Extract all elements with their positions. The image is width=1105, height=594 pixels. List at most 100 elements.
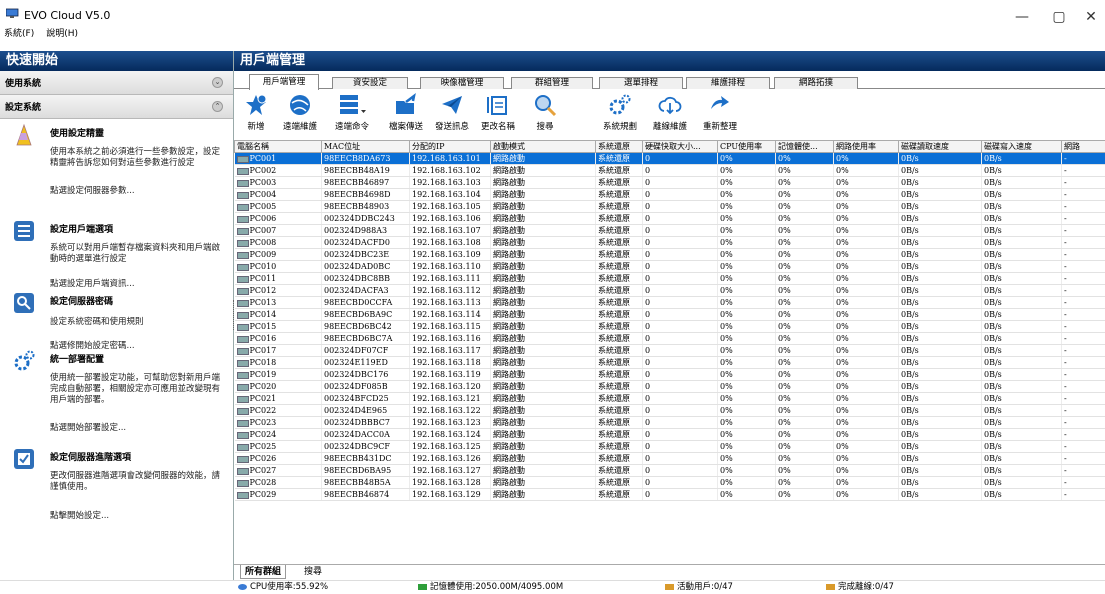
table-row[interactable]: PC014 98EECBD6BA9C 192.168.163.114 網路啟動 系統還原… (234, 308, 1105, 321)
section-settings[interactable]: 設定系統 ⌃ (0, 95, 233, 119)
client-table: 電腦名稱 MAC位址 分配的IP 啟動模式 系統還原 硬碟快取大小... CPU… (234, 140, 1105, 541)
table-cell: 0 (642, 332, 718, 345)
table-row[interactable]: PC015 98EECBD6BC42 192.168.163.115 網路啟動 系統還原… (234, 320, 1105, 333)
table-row[interactable]: PC026 98EECBB431DC 192.168.163.126 網路啟動 系統還原… (234, 452, 1105, 465)
send-message-button[interactable]: 發送訊息 (430, 92, 474, 132)
column-header[interactable]: 啟動模式 (490, 140, 596, 153)
offline-maintenance-button[interactable]: 離線維護 (648, 92, 692, 132)
column-header[interactable]: CPU使用率 (717, 140, 776, 153)
task-link[interactable]: 點選開始部署設定... (50, 421, 126, 433)
tab-image[interactable]: 映像檔管理 (420, 77, 504, 89)
table-row[interactable]: PC001 98EECB8DA673 192.168.163.101 網路啟動 系統還原… (234, 152, 1105, 165)
add-button[interactable]: 新增 (238, 92, 274, 132)
table-row[interactable]: PC021 002324BFCD25 192.168.163.121 網路啟動 系統還原… (234, 392, 1105, 405)
task-link[interactable]: 點選設定伺服器參數... (50, 184, 135, 196)
column-header[interactable]: 磁碟寫入速度 (981, 140, 1062, 153)
tab-client-management[interactable]: 用戶端管理 (249, 74, 319, 90)
table-cell: 0B/s (981, 308, 1062, 321)
cell-text: 98EECBD6BA95 (324, 466, 392, 475)
table-row[interactable]: PC016 98EECBD6BC7A 192.168.163.116 網路啟動 系統還原… (234, 332, 1105, 345)
table-row[interactable]: PC005 98EECBB48903 192.168.163.105 網路啟動 系統還原… (234, 200, 1105, 213)
chevron-up-icon[interactable]: ⌃ (212, 101, 223, 112)
table-cell: 0% (775, 488, 834, 501)
search-button[interactable]: 搜尋 (530, 92, 560, 132)
menu-system[interactable]: 系統(F) (4, 28, 34, 40)
table-row[interactable]: PC011 002324DBC8BB 192.168.163.111 網路啟動 系統還原… (234, 272, 1105, 285)
task-title: 統一部署配置 (50, 355, 105, 365)
cell-text: 0% (720, 154, 733, 163)
file-transfer-button[interactable]: 檔案傳送 (384, 92, 428, 132)
table-row[interactable]: PC006 002324DDBC243 192.168.163.106 網路啟動 系統還… (234, 212, 1105, 225)
table-cell: 98EECBB48B5A (321, 476, 410, 489)
column-header[interactable]: 網路使用率 (833, 140, 899, 153)
minimize-button[interactable]: — (1003, 6, 1041, 28)
rename-button[interactable]: 更改名稱 (476, 92, 520, 132)
close-button[interactable]: ✕ (1072, 6, 1105, 28)
task-link[interactable]: 點選修開始設定密碼... (50, 339, 135, 351)
column-header[interactable]: 磁碟讀取速度 (898, 140, 982, 153)
menu-help[interactable]: 說明(H) (46, 28, 78, 40)
column-header[interactable]: 系統還原 (595, 140, 643, 153)
system-plan-button[interactable]: 系統規劃 (598, 92, 642, 132)
table-row[interactable]: PC013 98EECBD0CCFA 192.168.163.113 網路啟動 系統還原… (234, 296, 1105, 309)
cell-text: 系統還原 (598, 442, 630, 451)
task-link[interactable]: 點擊開始設定... (50, 509, 109, 521)
table-row[interactable]: PC012 002324DACFA3 192.168.163.112 網路啟動 系統還原… (234, 284, 1105, 297)
remote-maintenance-button[interactable]: 遠端維護 (278, 92, 322, 132)
table-row[interactable]: PC008 002324DACFD0 192.168.163.108 網路啟動 系統還原… (234, 236, 1105, 249)
tab-network-topology[interactable]: 網路拓撲 (774, 77, 858, 89)
task-link[interactable]: 點選設定用戶端資訊... (50, 277, 135, 289)
table-row[interactable]: PC022 002324D4E965 192.168.163.122 網路啟動 系統還原… (234, 404, 1105, 417)
cell-text: 0 (645, 166, 651, 175)
table-row[interactable]: PC018 002324E119ED 192.168.163.118 網路啟動 系統還原… (234, 356, 1105, 369)
table-cell: 0 (642, 440, 718, 453)
table-cell: 0 (642, 452, 718, 465)
table-cell: 0% (833, 392, 899, 405)
column-header[interactable]: 硬碟快取大小... (642, 140, 718, 153)
column-header[interactable]: 電腦名稱 (234, 140, 322, 153)
remote-command-button[interactable]: 遠端命令 (330, 92, 374, 132)
task-title: 使用設定精靈 (50, 129, 105, 139)
refresh-button[interactable]: 重新整理 (698, 92, 742, 132)
table-row[interactable]: PC010 002324DAD0BC 192.168.163.110 網路啟動 系統還原… (234, 260, 1105, 273)
table-cell: 0B/s (981, 416, 1062, 429)
table-row[interactable]: PC009 002324DBC23E 192.168.163.109 網路啟動 系統還原… (234, 248, 1105, 261)
tab-maintenance-schedule[interactable]: 維護排程 (686, 77, 770, 89)
table-cell: - (1061, 488, 1105, 501)
cell-text: 0% (778, 298, 791, 307)
table-cell: 0% (833, 272, 899, 285)
table-row[interactable]: PC023 002324DBBBC7 192.168.163.123 網路啟動 系統還原… (234, 416, 1105, 429)
table-row[interactable]: PC003 98EECBB46897 192.168.163.103 網路啟動 系統還原… (234, 176, 1105, 189)
table-cell: 0% (717, 332, 776, 345)
table-row[interactable]: PC029 98EECBB46874 192.168.163.129 網路啟動 系統還原… (234, 488, 1105, 501)
column-header[interactable]: MAC位址 (321, 140, 410, 153)
chevron-down-icon[interactable]: ⌄ (212, 77, 223, 88)
table-cell: 0B/s (898, 344, 982, 357)
table-row[interactable]: PC027 98EECBD6BA95 192.168.163.127 網路啟動 系統還原… (234, 464, 1105, 477)
cell-text: 0 (645, 454, 651, 463)
tab-group[interactable]: 群組管理 (511, 77, 593, 89)
tab-all-groups[interactable]: 所有群組 (240, 565, 287, 579)
cell-text: - (1064, 190, 1067, 199)
column-header[interactable]: 分配的IP (409, 140, 491, 153)
table-row[interactable]: PC004 98EECBB4698D 192.168.163.104 網路啟動 系統還原… (234, 188, 1105, 201)
table-row[interactable]: PC025 002324DBC9CF 192.168.163.125 網路啟動 系統還原… (234, 440, 1105, 453)
table-cell: 0B/s (898, 296, 982, 309)
column-header[interactable]: 記憶體使... (775, 140, 834, 153)
table-cell: 0B/s (981, 392, 1062, 405)
status-bar: CPU使用率:55.92% 記憶體使用:2050.00M/4095.00M 活動… (0, 580, 1105, 594)
table-row[interactable]: PC020 002324DF085B 192.168.163.120 網路啟動 系統還原… (234, 380, 1105, 393)
cell-text: 系統還原 (598, 238, 630, 247)
table-row[interactable]: PC019 002324DBC176 192.168.163.119 網路啟動 系統還原… (234, 368, 1105, 381)
tab-menu-schedule[interactable]: 選單排程 (599, 77, 683, 89)
table-row[interactable]: PC024 002324DACC0A 192.168.163.124 網路啟動 系統還原… (234, 428, 1105, 441)
table-cell: 0% (775, 248, 834, 261)
column-header[interactable]: 網路 (1061, 140, 1105, 153)
tab-search-results[interactable]: 搜尋 (300, 565, 326, 579)
table-row[interactable]: PC017 002324DF07CF 192.168.163.117 網路啟動 系統還原… (234, 344, 1105, 357)
table-row[interactable]: PC007 002324D988A3 192.168.163.107 網路啟動 系統還原… (234, 224, 1105, 237)
table-row[interactable]: PC002 98EECBB48A19 192.168.163.102 網路啟動 系統還原… (234, 164, 1105, 177)
section-use-system[interactable]: 使用系統 ⌄ (0, 71, 233, 95)
tab-security[interactable]: 資安設定 (332, 77, 408, 89)
table-row[interactable]: PC028 98EECBB48B5A 192.168.163.128 網路啟動 系統還原… (234, 476, 1105, 489)
